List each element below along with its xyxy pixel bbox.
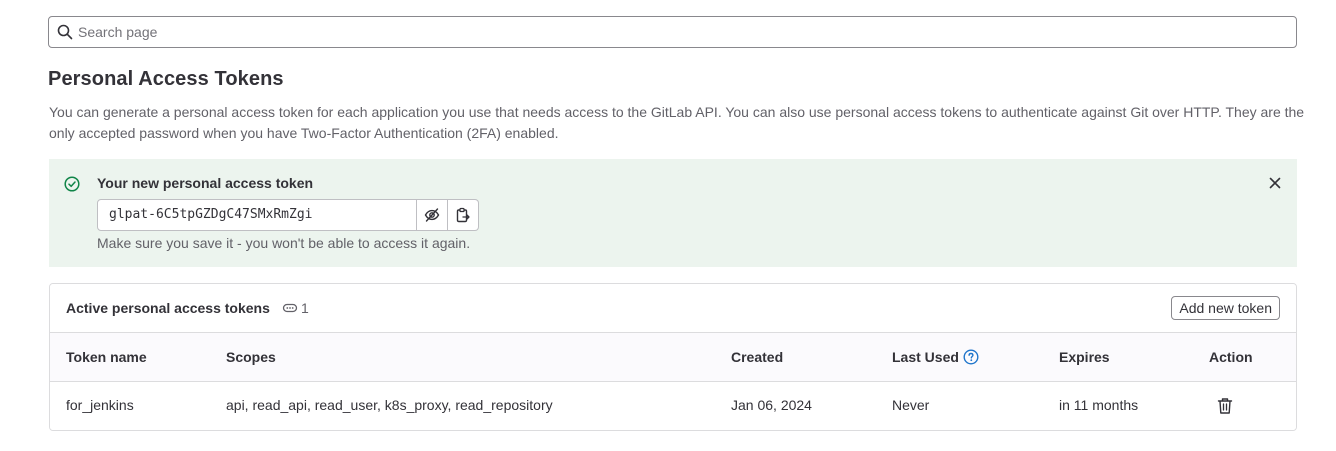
expires-cell: in 11 months bbox=[1059, 397, 1139, 413]
column-header-created: Created bbox=[731, 349, 784, 365]
page-title: Personal Access Tokens bbox=[48, 68, 284, 90]
scopes-cell: api, read_api, read_user, k8s_proxy, rea… bbox=[226, 397, 553, 413]
search-icon bbox=[57, 24, 73, 40]
page-description: You can generate a personal access token… bbox=[49, 104, 1305, 141]
alert-title: Your new personal access token bbox=[97, 175, 314, 191]
card-header: Active personal access tokens 1 Add new … bbox=[50, 284, 1296, 333]
search-input[interactable] bbox=[78, 24, 1278, 40]
copy-token-button[interactable] bbox=[448, 199, 479, 231]
add-new-token-button[interactable]: Add new token bbox=[1171, 296, 1280, 320]
token-field[interactable]: glpat-6C5tpGZDgC47SMxRmZgi bbox=[97, 199, 417, 231]
question-help-icon[interactable] bbox=[963, 349, 979, 365]
table-header: Token name Scopes Created Last Used Expi… bbox=[50, 333, 1296, 382]
alert-note: Make sure you save it - you won't be abl… bbox=[97, 235, 471, 251]
search-box[interactable] bbox=[48, 16, 1297, 48]
last-used-label: Last Used bbox=[892, 349, 959, 365]
column-header-last-used: Last Used bbox=[892, 349, 979, 365]
created-cell: Jan 06, 2024 bbox=[731, 397, 812, 413]
card-title: Active personal access tokens bbox=[66, 300, 270, 316]
table-row: for_jenkins api, read_api, read_user, k8… bbox=[50, 382, 1296, 430]
column-header-scopes: Scopes bbox=[226, 349, 276, 365]
eye-slash-icon bbox=[424, 208, 440, 222]
column-header-token-name: Token name bbox=[66, 349, 147, 365]
trash-icon[interactable] bbox=[1217, 397, 1233, 415]
column-header-expires: Expires bbox=[1059, 349, 1110, 365]
token-icon bbox=[282, 303, 298, 313]
success-alert: Your new personal access token glpat-6C5… bbox=[49, 159, 1297, 267]
token-count: 1 bbox=[301, 300, 309, 316]
copy-to-clipboard-icon bbox=[456, 207, 470, 223]
column-header-action: Action bbox=[1209, 349, 1253, 365]
token-name-cell: for_jenkins bbox=[66, 397, 134, 413]
last-used-cell: Never bbox=[892, 397, 930, 413]
check-circle-icon bbox=[64, 176, 80, 192]
close-icon[interactable] bbox=[1267, 175, 1283, 191]
token-count-badge: 1 bbox=[282, 300, 309, 316]
active-tokens-card: Active personal access tokens 1 Add new … bbox=[49, 283, 1297, 431]
toggle-visibility-button[interactable] bbox=[417, 199, 448, 231]
token-input-group: glpat-6C5tpGZDgC47SMxRmZgi bbox=[97, 199, 479, 231]
